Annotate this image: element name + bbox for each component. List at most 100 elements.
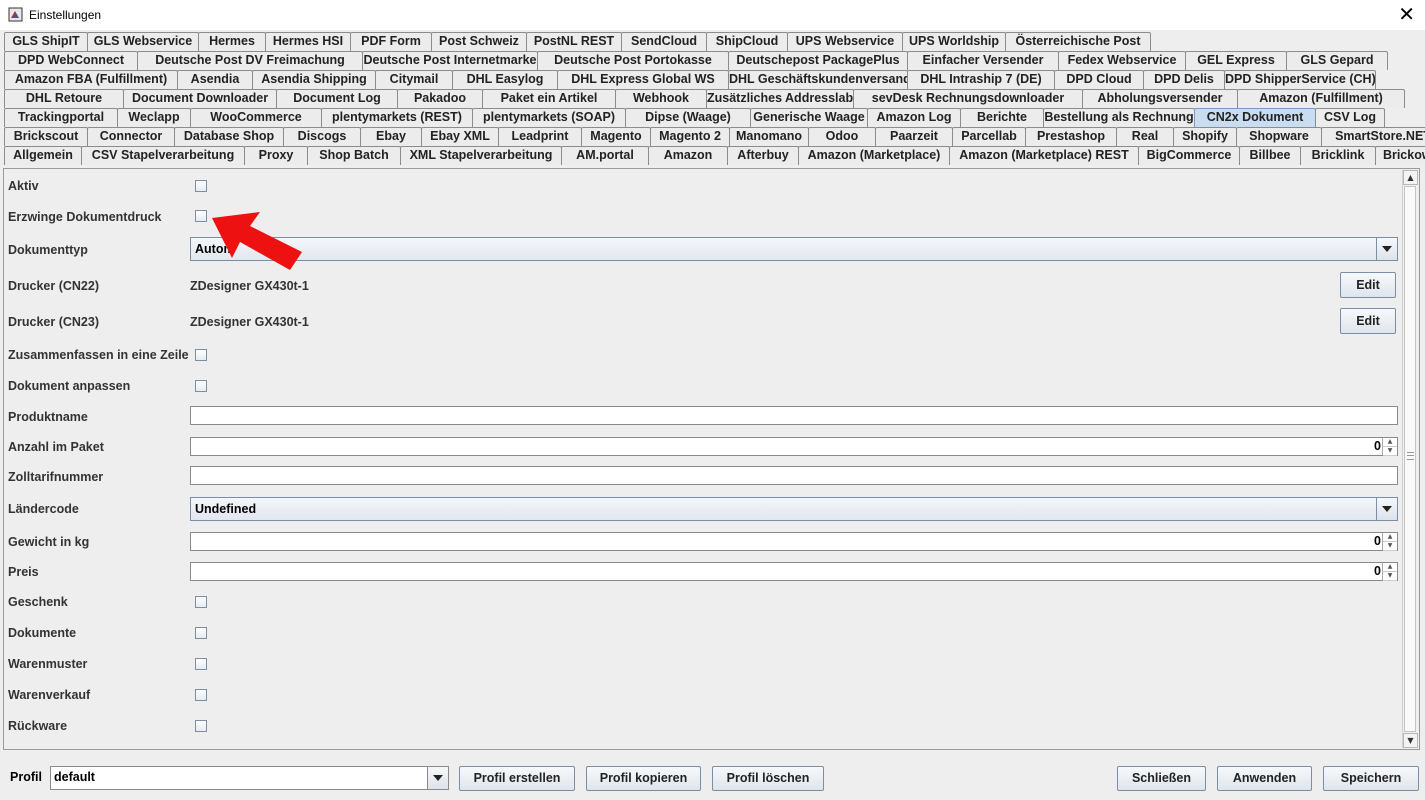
tab-xml-stapelverarbeitung[interactable]: XML Stapelverarbeitung bbox=[400, 146, 562, 165]
tab-pdf-form[interactable]: PDF Form bbox=[350, 32, 432, 51]
zolltarif-input[interactable] bbox=[190, 466, 1398, 485]
anpassen-checkbox[interactable] bbox=[195, 380, 207, 392]
aktiv-checkbox[interactable] bbox=[195, 180, 207, 192]
tab-paarzeit[interactable]: Paarzeit bbox=[875, 127, 953, 146]
tab-generische-waage[interactable]: Generische Waage bbox=[750, 108, 868, 127]
tab-dpd-webconnect[interactable]: DPD WebConnect bbox=[4, 51, 138, 70]
tab-database-shop[interactable]: Database Shop bbox=[174, 127, 284, 146]
tab-real[interactable]: Real bbox=[1116, 127, 1174, 146]
tab-sendcloud[interactable]: SendCloud bbox=[621, 32, 707, 51]
preis-stepper[interactable]: 0 ▲ ▼ bbox=[190, 562, 1398, 581]
tab-pakadoo[interactable]: Pakadoo bbox=[397, 89, 483, 108]
profil-loeschen-button[interactable]: Profil löschen bbox=[712, 766, 824, 791]
warenmuster-checkbox[interactable] bbox=[195, 658, 207, 670]
profil-select[interactable]: default bbox=[50, 766, 449, 790]
tab-afterbuy[interactable]: Afterbuy bbox=[727, 146, 799, 165]
tab-dhl-express-global-ws[interactable]: DHL Express Global WS bbox=[557, 70, 729, 89]
tab-österreichische-post[interactable]: Österreichische Post bbox=[1005, 32, 1151, 51]
scroll-down-icon[interactable]: ▼ bbox=[1403, 733, 1418, 748]
tab-dhl-easylog[interactable]: DHL Easylog bbox=[452, 70, 558, 89]
dokumenttyp-select[interactable]: Autom bbox=[190, 237, 1398, 261]
tab-brickowl[interactable]: Brickowl bbox=[1375, 146, 1425, 165]
geschenk-checkbox[interactable] bbox=[195, 596, 207, 608]
tab-shopify[interactable]: Shopify bbox=[1173, 127, 1237, 146]
schliessen-button[interactable]: Schließen bbox=[1117, 766, 1206, 791]
tab-leadprint[interactable]: Leadprint bbox=[498, 127, 582, 146]
tab-ebay[interactable]: Ebay bbox=[360, 127, 422, 146]
tab-brickscout[interactable]: Brickscout bbox=[4, 127, 88, 146]
tab-shop-batch[interactable]: Shop Batch bbox=[307, 146, 401, 165]
spinner-buttons[interactable]: ▲ ▼ bbox=[1382, 563, 1397, 581]
spin-up-icon[interactable]: ▲ bbox=[1383, 533, 1397, 542]
dokumente-checkbox[interactable] bbox=[195, 627, 207, 639]
produktname-input[interactable] bbox=[190, 406, 1398, 425]
spin-up-icon[interactable]: ▲ bbox=[1383, 438, 1397, 447]
tab-bestellung-als-rechnung[interactable]: Bestellung als Rechnung bbox=[1043, 108, 1195, 127]
tab-ebay-xml[interactable]: Ebay XML bbox=[421, 127, 499, 146]
spinner-buttons[interactable]: ▲ ▼ bbox=[1382, 533, 1397, 551]
tab-manomano[interactable]: Manomano bbox=[729, 127, 809, 146]
warenverkauf-checkbox[interactable] bbox=[195, 689, 207, 701]
tab-document-log[interactable]: Document Log bbox=[276, 89, 398, 108]
laendercode-select[interactable]: Undefined bbox=[190, 497, 1398, 521]
tab-asendia[interactable]: Asendia bbox=[177, 70, 253, 89]
tab-hermes[interactable]: Hermes bbox=[198, 32, 266, 51]
tab-gls-gepard[interactable]: GLS Gepard bbox=[1286, 51, 1388, 70]
tab-gls-shipit[interactable]: GLS ShipIT bbox=[4, 32, 88, 51]
tab-dpd-cloud[interactable]: DPD Cloud bbox=[1054, 70, 1144, 89]
tab-am-portal[interactable]: AM.portal bbox=[561, 146, 649, 165]
tab-trackingportal[interactable]: Trackingportal bbox=[4, 108, 118, 127]
tab-prestashop[interactable]: Prestashop bbox=[1025, 127, 1117, 146]
tab-paket-ein-artikel[interactable]: Paket ein Artikel bbox=[482, 89, 616, 108]
gewicht-stepper[interactable]: 0 ▲ ▼ bbox=[190, 532, 1398, 551]
tab-billbee[interactable]: Billbee bbox=[1239, 146, 1301, 165]
tab-plentymarkets-rest[interactable]: plentymarkets (REST) bbox=[321, 108, 473, 127]
tab-csv-stapelverarbeitung[interactable]: CSV Stapelverarbeitung bbox=[81, 146, 245, 165]
anwenden-button[interactable]: Anwenden bbox=[1217, 766, 1312, 791]
tab-bigcommerce[interactable]: BigCommerce bbox=[1138, 146, 1240, 165]
tab-document-downloader[interactable]: Document Downloader bbox=[123, 89, 277, 108]
edit-drucker23-button[interactable]: Edit bbox=[1340, 308, 1396, 334]
tab-woocommerce[interactable]: WooCommerce bbox=[190, 108, 322, 127]
zusammenfassen-checkbox[interactable] bbox=[195, 349, 207, 361]
tab-dpd-delis[interactable]: DPD Delis bbox=[1143, 70, 1225, 89]
tab-magento-2[interactable]: Magento 2 bbox=[650, 127, 730, 146]
tab-zusätzliches-addresslabel[interactable]: Zusätzliches Addresslabel bbox=[706, 89, 854, 108]
tab-dhl-geschäftskundenversand[interactable]: DHL Geschäftskundenversand bbox=[728, 70, 908, 89]
tab-dhl-intraship-7-de[interactable]: DHL Intraship 7 (DE) bbox=[907, 70, 1055, 89]
tab-amazon-marketplace-rest[interactable]: Amazon (Marketplace) REST bbox=[949, 146, 1139, 165]
spin-down-icon[interactable]: ▼ bbox=[1383, 447, 1397, 456]
tab-ups-worldship[interactable]: UPS Worldship bbox=[902, 32, 1006, 51]
scroll-up-icon[interactable]: ▲ bbox=[1403, 170, 1418, 185]
rueckware-checkbox[interactable] bbox=[195, 720, 207, 732]
spin-down-icon[interactable]: ▼ bbox=[1383, 542, 1397, 551]
spinner-buttons[interactable]: ▲ ▼ bbox=[1382, 438, 1397, 456]
erzwinge-checkbox[interactable] bbox=[195, 210, 207, 222]
tab-amazon-marketplace[interactable]: Amazon (Marketplace) bbox=[798, 146, 950, 165]
tab-gls-webservice[interactable]: GLS Webservice bbox=[87, 32, 199, 51]
tab-deutschepost-packageplus[interactable]: Deutschepost PackagePlus bbox=[728, 51, 908, 70]
edit-drucker22-button[interactable]: Edit bbox=[1340, 272, 1396, 298]
tab-deutsche-post-internetmarke[interactable]: Deutsche Post Internetmarke bbox=[362, 51, 538, 70]
tab-magento[interactable]: Magento bbox=[581, 127, 651, 146]
vertical-scrollbar[interactable]: ▲ ▼ bbox=[1402, 170, 1418, 748]
tab-weclapp[interactable]: Weclapp bbox=[117, 108, 191, 127]
tab-discogs[interactable]: Discogs bbox=[283, 127, 361, 146]
tab-bricklink[interactable]: Bricklink bbox=[1300, 146, 1376, 165]
profil-kopieren-button[interactable]: Profil kopieren bbox=[586, 766, 701, 791]
tab-fedex-webservice[interactable]: Fedex Webservice bbox=[1058, 51, 1186, 70]
tab-amazon-log[interactable]: Amazon Log bbox=[867, 108, 961, 127]
speichern-button[interactable]: Speichern bbox=[1323, 766, 1419, 791]
chevron-down-icon[interactable] bbox=[427, 767, 448, 789]
tab-shipcloud[interactable]: ShipCloud bbox=[706, 32, 788, 51]
tab-einfacher-versender[interactable]: Einfacher Versender bbox=[907, 51, 1059, 70]
scroll-thumb[interactable] bbox=[1404, 186, 1416, 732]
tab-dipse-waage[interactable]: Dipse (Waage) bbox=[625, 108, 751, 127]
chevron-down-icon[interactable] bbox=[1376, 238, 1397, 260]
tab-connector[interactable]: Connector bbox=[87, 127, 175, 146]
tab-shopware[interactable]: Shopware bbox=[1236, 127, 1322, 146]
tab-allgemein[interactable]: Allgemein bbox=[4, 146, 82, 165]
spin-up-icon[interactable]: ▲ bbox=[1383, 563, 1397, 572]
chevron-down-icon[interactable] bbox=[1376, 498, 1397, 520]
tab-ups-webservice[interactable]: UPS Webservice bbox=[787, 32, 903, 51]
